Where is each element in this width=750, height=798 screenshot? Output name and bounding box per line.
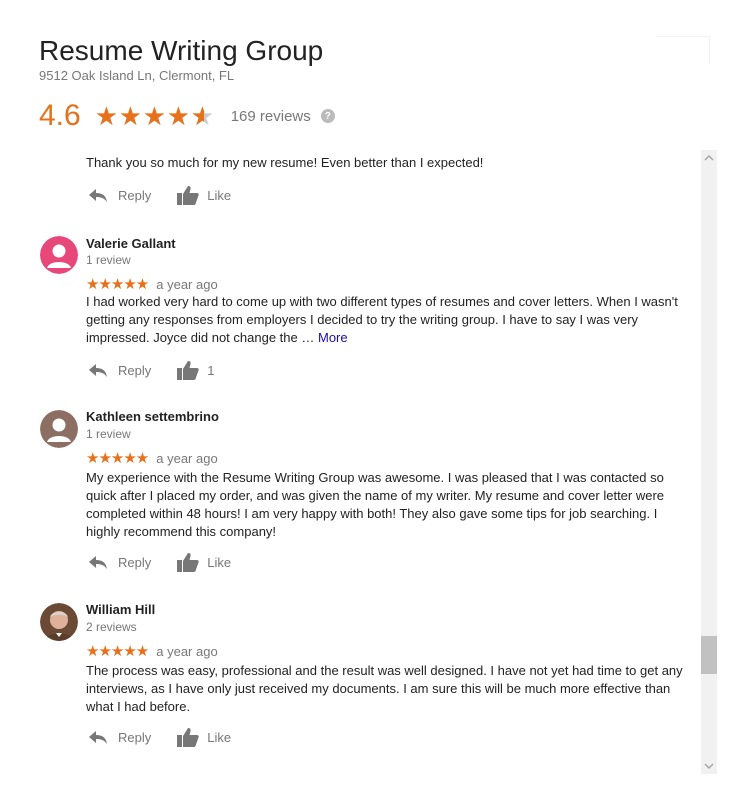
- like-label: Like: [207, 554, 232, 570]
- thumbs-up-icon: [177, 553, 199, 572]
- reviewer-review-count: 1 review: [86, 253, 131, 267]
- reply-label: Reply: [118, 362, 152, 378]
- star-icon: ★: [94, 101, 119, 131]
- review-stars: ★★★★★: [86, 643, 149, 660]
- rating-summary: 4.6 ★ ★ ★ ★ ★ ★ 169 reviews ?: [39, 98, 679, 134]
- like-button[interactable]: Like: [177, 552, 231, 572]
- reply-label: Reply: [118, 187, 152, 203]
- header-decoration: [656, 36, 710, 64]
- like-button[interactable]: Like: [177, 727, 231, 747]
- reviewer-review-count: 2 reviews: [86, 620, 137, 634]
- review-rating: ★★★★★ a year ago: [86, 642, 218, 660]
- reply-label: Reply: [118, 554, 152, 570]
- half-star-icon: ★ ★: [190, 101, 215, 131]
- reviewer-name[interactable]: Valerie Gallant: [86, 236, 176, 251]
- reply-arrow-icon: [89, 556, 107, 569]
- reply-arrow-icon: [89, 731, 107, 744]
- review-rating: ★★★★★ a year ago: [86, 449, 218, 467]
- reviews-list[interactable]: Thank you so much for my new resume! Eve…: [0, 148, 700, 774]
- reply-button[interactable]: Reply: [88, 362, 151, 378]
- help-circle-icon[interactable]: ?: [320, 109, 335, 123]
- scroll-up-icon[interactable]: [701, 150, 717, 166]
- like-count: 1: [207, 362, 215, 378]
- reply-arrow-icon: [89, 189, 107, 202]
- review-time: a year ago: [156, 276, 218, 292]
- reply-button[interactable]: Reply: [88, 729, 151, 745]
- more-link[interactable]: More: [318, 330, 348, 345]
- rating-score: 4.6: [39, 99, 81, 132]
- review-text: My experience with the Resume Writing Gr…: [86, 470, 665, 539]
- star-icon: ★: [142, 101, 167, 131]
- scrollbar-thumb[interactable]: [701, 636, 717, 674]
- review-count[interactable]: 169 reviews: [231, 108, 311, 125]
- review-text-body: I had worked very hard to come up with t…: [86, 294, 678, 345]
- reply-button[interactable]: Reply: [88, 554, 151, 570]
- avatar[interactable]: [40, 603, 78, 641]
- rating-stars: ★ ★ ★ ★ ★ ★: [95, 103, 215, 129]
- reply-arrow-icon: [89, 364, 107, 377]
- business-name: Resume Writing Group: [39, 35, 324, 66]
- review-actions: Reply Like: [88, 552, 231, 572]
- reviewer-name[interactable]: Kathleen settembrino: [86, 409, 219, 424]
- scroll-down-icon[interactable]: [701, 758, 717, 774]
- review-actions: Reply 1: [88, 360, 214, 380]
- review-time: a year ago: [156, 450, 218, 466]
- reviewer-review-count: 1 review: [86, 427, 131, 441]
- review-text: I had worked very hard to come up with t…: [86, 293, 686, 347]
- review-actions: Reply Like: [88, 185, 231, 205]
- like-button[interactable]: Like: [177, 185, 231, 205]
- reviewer-name[interactable]: William Hill: [86, 602, 155, 617]
- star-icon: ★: [118, 101, 143, 131]
- star-icon: ★: [166, 101, 191, 131]
- avatar[interactable]: [40, 410, 78, 448]
- like-button[interactable]: 1: [177, 360, 214, 380]
- thumbs-up-icon: [177, 361, 199, 380]
- reply-label: Reply: [118, 729, 152, 745]
- review-text: Thank you so much for my new resume! Eve…: [86, 155, 484, 170]
- review-text: The process was easy, professional and t…: [86, 663, 683, 714]
- thumbs-up-icon: [177, 186, 199, 205]
- reviews-scrollbar[interactable]: [701, 150, 717, 774]
- like-label: Like: [207, 729, 232, 745]
- review-actions: Reply Like: [88, 727, 231, 747]
- avatar[interactable]: [40, 236, 78, 274]
- place-header: Resume Writing Group 9512 Oak Island Ln,…: [39, 34, 679, 134]
- review-stars: ★★★★★: [86, 276, 149, 293]
- review-stars: ★★★★★: [86, 450, 149, 467]
- business-address: 9512 Oak Island Ln, Clermont, FL: [39, 68, 235, 83]
- review-time: a year ago: [156, 643, 218, 659]
- review-rating: ★★★★★ a year ago: [86, 275, 218, 293]
- like-label: Like: [207, 187, 232, 203]
- thumbs-up-icon: [177, 728, 199, 747]
- reply-button[interactable]: Reply: [88, 187, 151, 203]
